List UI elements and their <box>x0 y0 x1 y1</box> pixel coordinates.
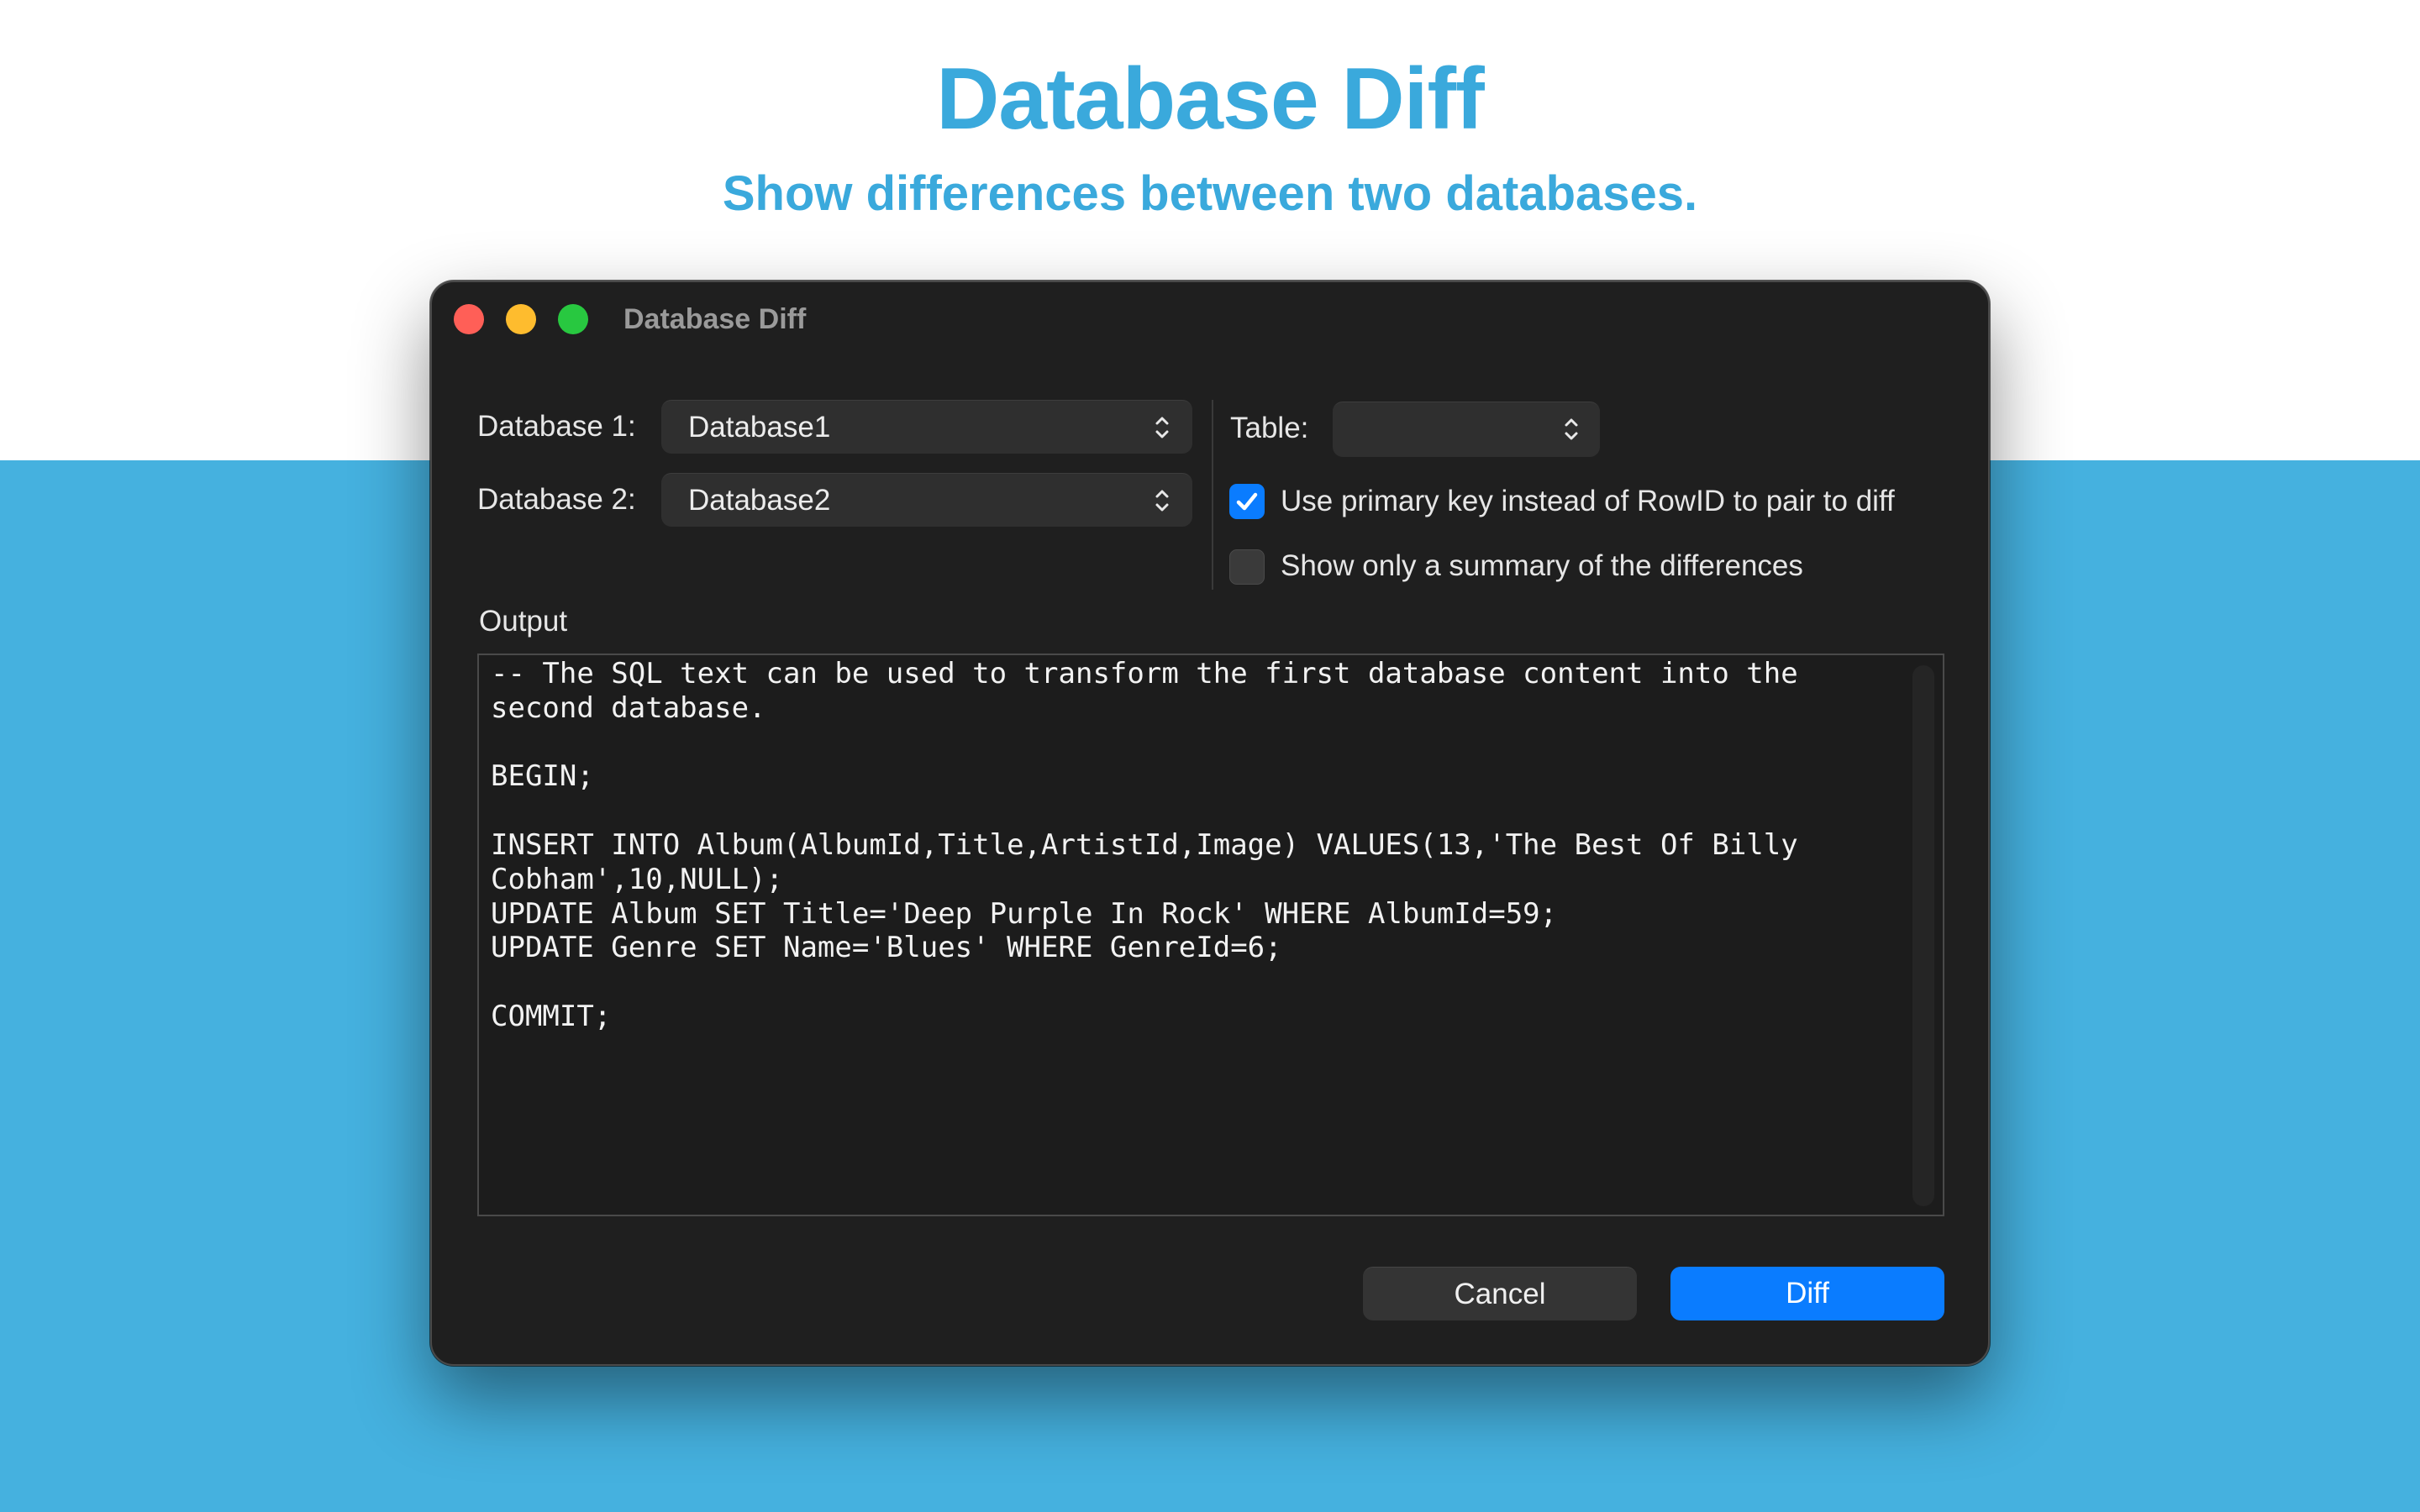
checkmark-icon <box>1236 492 1258 511</box>
window-title: Database Diff <box>623 303 807 335</box>
primary-key-checkbox-label[interactable]: Use primary key instead of RowID to pair… <box>1281 483 1895 520</box>
database-2-popup[interactable]: Database2 <box>661 473 1192 527</box>
output-sql-text[interactable]: -- The SQL text can be used to transform… <box>491 657 1869 1034</box>
database-2-value: Database2 <box>688 484 831 517</box>
summary-only-checkbox[interactable] <box>1229 549 1265 585</box>
hero-title: Database Diff <box>936 50 1485 148</box>
database-1-label: Database 1: <box>477 410 636 443</box>
window-zoom-button[interactable] <box>558 304 588 334</box>
database-2-label: Database 2: <box>477 483 636 516</box>
database-1-value: Database1 <box>688 411 831 444</box>
table-label: Table: <box>1230 412 1309 444</box>
chevron-up-down-icon <box>1565 418 1578 440</box>
chevron-up-down-icon <box>1155 490 1169 512</box>
table-popup[interactable] <box>1333 402 1600 457</box>
cancel-button[interactable]: Cancel <box>1363 1267 1637 1320</box>
window-minimize-button[interactable] <box>506 304 536 334</box>
chevron-up-down-icon <box>1155 417 1169 438</box>
summary-only-checkbox-label[interactable]: Show only a summary of the differences <box>1281 548 1803 585</box>
window-close-button[interactable] <box>454 304 484 334</box>
diff-button[interactable]: Diff <box>1670 1267 1944 1320</box>
primary-key-checkbox[interactable] <box>1229 484 1265 519</box>
output-label: Output <box>479 605 568 638</box>
database-1-popup[interactable]: Database1 <box>661 400 1192 454</box>
vertical-divider <box>1212 400 1213 590</box>
title-bar[interactable]: Database Diff <box>432 282 1988 354</box>
output-scrollbar[interactable] <box>1912 665 1934 1206</box>
output-text-area[interactable]: -- The SQL text can be used to transform… <box>477 654 1944 1216</box>
hero-subtitle: Show differences between two databases. <box>722 166 1698 221</box>
app-window: Database Diff Database 1: Database1 Data… <box>430 281 1990 1366</box>
